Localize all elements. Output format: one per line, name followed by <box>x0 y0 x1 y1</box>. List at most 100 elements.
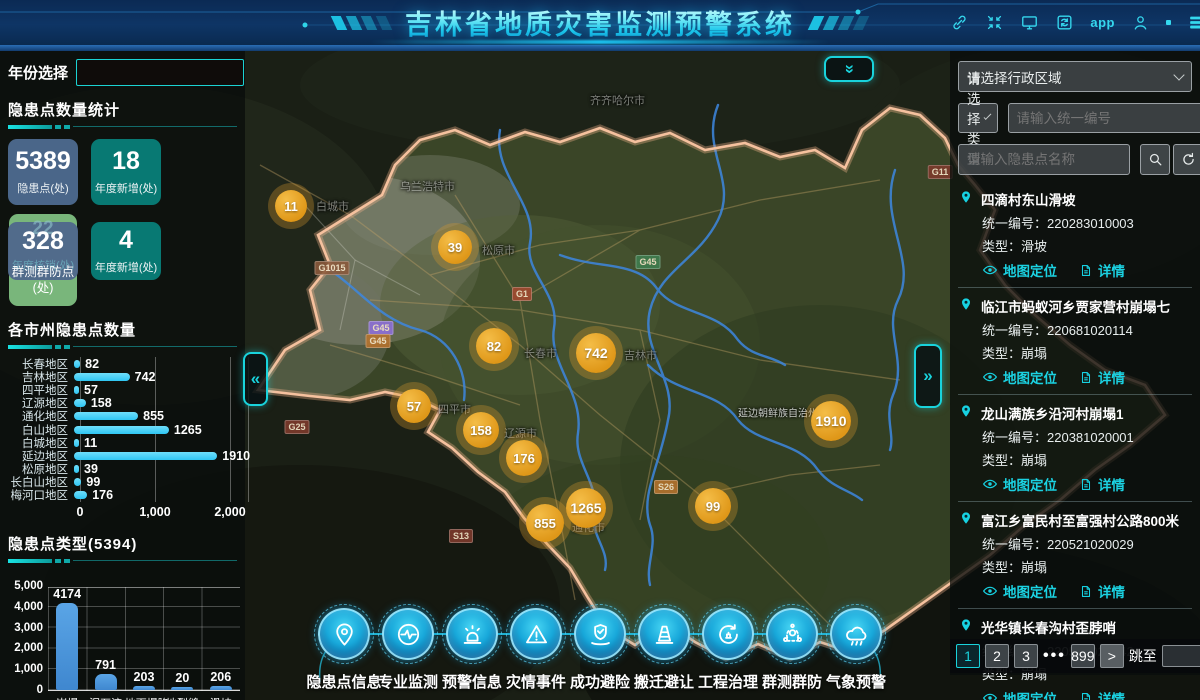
type-bar[interactable] <box>171 687 193 690</box>
year-input[interactable] <box>76 59 244 86</box>
map-marker[interactable]: 1265 <box>566 488 606 528</box>
detail-link[interactable]: 详情 <box>1079 581 1125 601</box>
nav-label: 搬迁避让 <box>634 671 694 692</box>
map-marker[interactable]: 855 <box>526 504 564 542</box>
nav-item-灾情事件[interactable]: 灾情事件 <box>504 604 568 692</box>
monitor-icon[interactable] <box>1020 13 1039 32</box>
name-input[interactable] <box>958 144 1130 175</box>
code-input[interactable] <box>1008 103 1200 133</box>
pin-icon <box>958 616 974 632</box>
menu-icon[interactable] <box>1187 13 1200 32</box>
map-marker[interactable]: 57 <box>397 389 431 423</box>
y-tick-label: 1,000 <box>14 663 43 675</box>
hazard-title-row: 四滴村东山滑坡 <box>958 188 1192 209</box>
type-bar[interactable] <box>56 603 78 690</box>
stat-cards: 5389 隐患点(处) 18 年度新增(处) 22 328 年度核销(处) 群测… <box>8 139 162 306</box>
map-locate-link[interactable]: 地图定位 <box>982 260 1057 280</box>
nav-item-隐患点信息[interactable]: 隐患点信息 <box>312 604 376 692</box>
region-bar[interactable] <box>74 491 87 499</box>
search-button[interactable] <box>1140 144 1170 175</box>
map-marker[interactable]: 11 <box>275 190 307 222</box>
nav-label: 专业监测 <box>378 671 438 692</box>
hazard-title: 富江乡富民村至富强村公路800米 <box>981 510 1179 530</box>
nav-item-工程治理[interactable]: 工程治理 <box>696 604 760 692</box>
collapse-left-panel-button[interactable]: « <box>243 352 268 406</box>
region-bar-track: 1265 <box>74 423 237 436</box>
nav-item-群测群防[interactable]: 群测群防 <box>760 604 824 692</box>
region-bar[interactable] <box>74 478 81 486</box>
region-bar[interactable] <box>74 426 169 434</box>
nav-item-专业监测[interactable]: 专业监测 <box>376 604 440 692</box>
hazard-code: 统一编号：220521020029 <box>982 534 1192 553</box>
hazard-title: 临江市蚂蚁河乡贾家营村崩塌七 <box>981 296 1170 316</box>
region-bar[interactable] <box>74 412 138 420</box>
collapse-top-button[interactable]: « <box>824 56 874 82</box>
type-bar[interactable] <box>133 686 155 690</box>
region-bar-track: 57 <box>74 383 237 396</box>
detail-link[interactable]: 详情 <box>1079 688 1125 700</box>
type-value: 20 <box>175 671 189 685</box>
region-bar-chart: 长春地区82吉林地区742四平地区57辽源地区158通化地区855白山地区126… <box>8 357 237 502</box>
region-chart-xticks: 0 1,000 2,000 <box>80 502 230 520</box>
region-bar[interactable] <box>74 373 130 381</box>
page-button[interactable]: 3 <box>1014 644 1038 668</box>
nav-item-气象预警[interactable]: 气象预警 <box>824 604 888 692</box>
jump-page-input[interactable] <box>1162 645 1200 667</box>
region-value: 855 <box>143 409 164 423</box>
region-bar[interactable] <box>74 465 79 473</box>
type-category-label: 地面塌陷 <box>125 695 163 700</box>
region-bar-track: 11 <box>74 436 237 449</box>
region-bar[interactable] <box>74 399 86 407</box>
detail-link[interactable]: 详情 <box>1079 260 1125 280</box>
link-icon[interactable] <box>950 13 969 32</box>
app-label[interactable]: app <box>1090 15 1115 30</box>
map-marker[interactable]: 176 <box>506 440 542 476</box>
pin-icon <box>958 188 974 204</box>
detail-link[interactable]: 详情 <box>1079 367 1125 387</box>
type-select[interactable]: 请选择类型 <box>958 103 998 133</box>
type-bar[interactable] <box>95 674 117 690</box>
hazard-title-row: 临江市蚂蚁河乡贾家营村崩塌七 <box>958 295 1192 316</box>
next-page-button[interactable]: > <box>1100 644 1124 668</box>
region-bar[interactable] <box>74 386 79 394</box>
expand-right-panel-button[interactable]: » <box>914 344 942 408</box>
nav-item-搬迁避让[interactable]: 搬迁避让 <box>632 604 696 692</box>
map-marker[interactable]: 158 <box>463 412 499 448</box>
region-select[interactable]: 请选择行政区域 <box>958 61 1192 92</box>
page-button-last[interactable]: 899 <box>1071 644 1095 668</box>
detail-label: 详情 <box>1098 688 1125 700</box>
map-locate-link[interactable]: 地图定位 <box>982 688 1057 700</box>
type-bar[interactable] <box>210 686 232 690</box>
map-locate-link[interactable]: 地图定位 <box>982 367 1057 387</box>
stat-card-new2: 4 年度新增(处) <box>91 222 161 280</box>
map-marker[interactable]: 742 <box>576 333 616 373</box>
map-marker[interactable]: 1910 <box>811 401 851 441</box>
region-bar[interactable] <box>74 360 80 368</box>
location-pin-icon <box>958 616 974 637</box>
map-marker[interactable]: 82 <box>476 328 512 364</box>
user-icon[interactable] <box>1131 13 1150 32</box>
hazard-links: 地图定位 详情 <box>982 581 1192 601</box>
pin-icon <box>318 608 370 660</box>
region-bar[interactable] <box>74 439 79 447</box>
type-value: 4174 <box>53 587 81 601</box>
fullscreen-icon[interactable] <box>985 13 1004 32</box>
page-button[interactable]: 1 <box>956 644 980 668</box>
title-glow-line <box>370 40 830 44</box>
map-marker[interactable]: 39 <box>438 230 472 264</box>
detail-link[interactable]: 详情 <box>1079 474 1125 494</box>
refresh-button[interactable] <box>1173 144 1200 175</box>
region-value: 158 <box>91 396 112 410</box>
nav-item-预警信息[interactable]: 预警信息 <box>440 604 504 692</box>
nav-item-成功避险[interactable]: 成功避险 <box>568 604 632 692</box>
map-locate-label: 地图定位 <box>1003 260 1057 280</box>
sync-icon[interactable] <box>1055 13 1074 32</box>
map-locate-link[interactable]: 地图定位 <box>982 474 1057 494</box>
type-category-label: 崩塌 <box>48 695 86 700</box>
region-bar[interactable] <box>74 452 217 460</box>
map-locate-link[interactable]: 地图定位 <box>982 581 1057 601</box>
hazard-title: 龙山满族乡沿河村崩塌1 <box>981 403 1124 423</box>
hazard-list-item: 临江市蚂蚁河乡贾家营村崩塌七统一编号：220681020114类型：崩塌地图定位… <box>958 288 1192 395</box>
map-marker[interactable]: 99 <box>695 488 731 524</box>
page-button[interactable]: 2 <box>985 644 1009 668</box>
